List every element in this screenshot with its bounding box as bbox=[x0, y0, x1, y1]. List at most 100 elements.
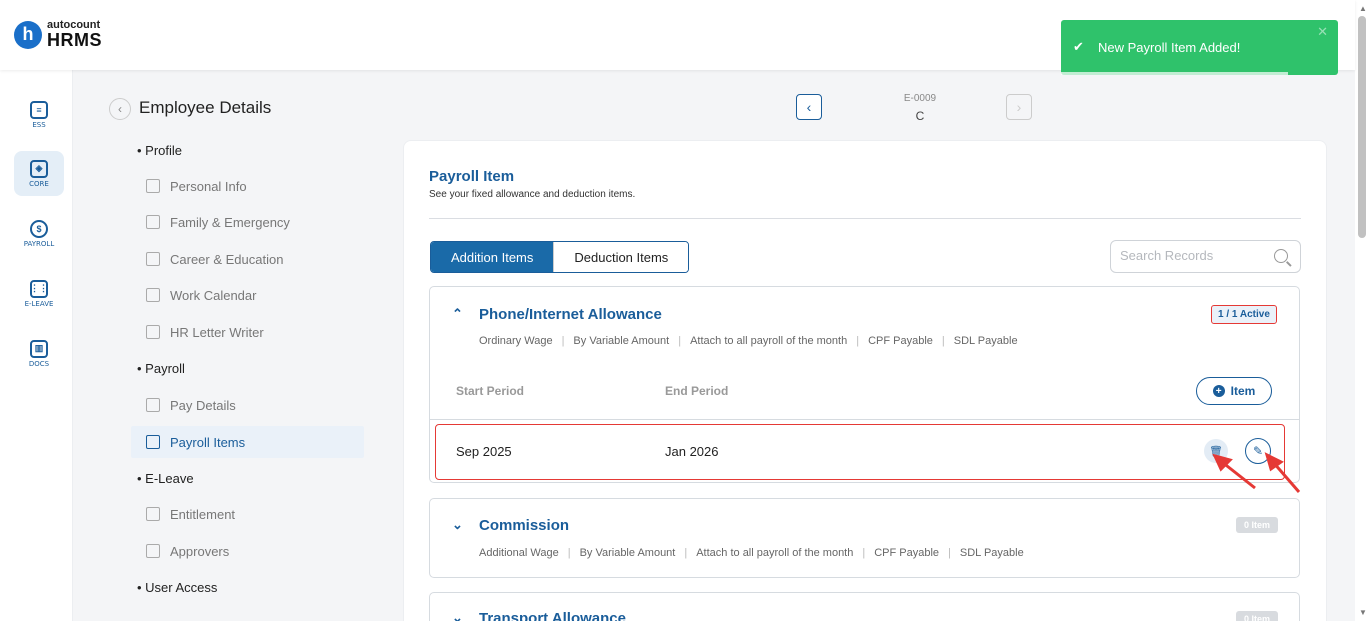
employee-name: C bbox=[915, 109, 925, 123]
pencil-icon: ✎ bbox=[1252, 444, 1264, 458]
chevron-up-icon[interactable]: ⌃ bbox=[452, 306, 463, 322]
tab-deduction-items[interactable]: Deduction Items bbox=[553, 242, 689, 272]
next-employee-button[interactable]: › bbox=[1006, 94, 1032, 120]
nav-group-eleave: • E-Leave bbox=[137, 471, 194, 486]
scroll-down-icon[interactable]: ▼ bbox=[1359, 608, 1367, 617]
logo-mark: h bbox=[14, 20, 42, 49]
rail-item-ess[interactable]: ≡ ESS bbox=[14, 92, 64, 137]
sidebar-item-entitlement[interactable]: Entitlement bbox=[131, 498, 364, 530]
success-toast: ✔ New Payroll Item Added! ✕ bbox=[1061, 20, 1338, 75]
table-row: Sep 2025 Jan 2026 🗑 ✎ bbox=[435, 424, 1285, 480]
meta-cpf: CPF Payable bbox=[868, 335, 933, 347]
column-header-end-period: End Period bbox=[665, 384, 729, 398]
graduation-icon bbox=[146, 252, 160, 266]
search-icon[interactable] bbox=[1274, 249, 1288, 263]
person-icon bbox=[146, 179, 160, 193]
add-item-label: Item bbox=[1230, 384, 1256, 398]
rail-item-eleave[interactable]: ⋮⋮ E-LEAVE bbox=[14, 271, 64, 316]
close-icon[interactable]: ✕ bbox=[1317, 24, 1328, 40]
end-period-value: Jan 2026 bbox=[665, 444, 719, 459]
rail-item-payroll[interactable]: $ PAYROLL bbox=[14, 211, 64, 256]
column-header-start-period: Start Period bbox=[456, 384, 525, 398]
sidebar-item-label: Work Calendar bbox=[170, 287, 257, 303]
chevron-down-icon[interactable]: ⌄ bbox=[452, 517, 463, 533]
sidebar-item-hr-letter[interactable]: HR Letter Writer bbox=[131, 316, 364, 348]
meta-wage-type: Ordinary Wage bbox=[479, 335, 553, 347]
start-period-value: Sep 2025 bbox=[456, 444, 512, 459]
cube-icon: ◈ bbox=[30, 159, 48, 178]
sidebar-item-approvers[interactable]: Approvers bbox=[131, 535, 364, 567]
document-chart-icon: ▥ bbox=[30, 339, 48, 358]
section-transport-allowance: ⌄ Transport Allowance 0 Item bbox=[429, 592, 1300, 621]
sidebar-item-label: Payroll Items bbox=[170, 434, 246, 450]
rail-label: DOCS bbox=[28, 359, 50, 368]
rail-item-core[interactable]: ◈ CORE bbox=[14, 151, 64, 196]
meta-wage-type: Additional Wage bbox=[479, 547, 559, 559]
meta-attach: Attach to all payroll of the month bbox=[696, 547, 854, 559]
meta-sdl: SDL Payable bbox=[953, 335, 1018, 347]
row-divider bbox=[430, 419, 1299, 420]
sidebar-item-label: Family & Emergency bbox=[170, 214, 290, 230]
nav-group-user-access: • User Access bbox=[137, 580, 218, 595]
app-logo[interactable]: h autocount HRMS bbox=[14, 20, 102, 49]
edit-button[interactable]: ✎ bbox=[1245, 438, 1271, 464]
checkmark-icon: ✔ bbox=[1073, 39, 1084, 54]
rail-label: E-LEAVE bbox=[24, 299, 54, 308]
dollar-icon: $ bbox=[30, 219, 48, 238]
calendar-icon: ⋮⋮ bbox=[30, 279, 48, 298]
payroll-list-icon bbox=[146, 435, 160, 449]
sidebar-item-label: HR Letter Writer bbox=[170, 324, 264, 340]
plus-icon: + bbox=[1212, 385, 1225, 397]
meta-cpf: CPF Payable bbox=[874, 547, 940, 559]
rail-item-docs[interactable]: ▥ DOCS bbox=[14, 331, 64, 376]
meta-amount-type: By Variable Amount bbox=[579, 547, 676, 559]
search-box bbox=[1110, 240, 1301, 273]
sidebar-item-label: Personal Info bbox=[170, 178, 247, 194]
meta-amount-type: By Variable Amount bbox=[573, 335, 670, 347]
divider bbox=[429, 218, 1301, 219]
status-badge: 0 Item bbox=[1236, 611, 1278, 621]
scroll-up-icon[interactable]: ▲ bbox=[1359, 4, 1367, 13]
section-title[interactable]: Phone/Internet Allowance bbox=[479, 306, 662, 323]
sidebar-item-pay-details[interactable]: Pay Details bbox=[131, 389, 364, 421]
rail-label: PAYROLL bbox=[23, 239, 55, 248]
back-button[interactable]: ‹ bbox=[109, 98, 131, 120]
rail-label: CORE bbox=[29, 179, 49, 188]
sidebar-item-personal-info[interactable]: Personal Info bbox=[131, 170, 364, 202]
tab-addition-items[interactable]: Addition Items bbox=[431, 242, 554, 272]
card-subtitle: See your fixed allowance and deduction i… bbox=[429, 189, 636, 200]
id-card-icon: ≡ bbox=[30, 100, 48, 119]
section-commission: ⌄ Commission 0 Item Additional Wage | By V… bbox=[429, 498, 1300, 578]
status-badge: 1 / 1 Active bbox=[1211, 305, 1277, 324]
scrollbar-thumb[interactable] bbox=[1358, 16, 1366, 238]
users-icon bbox=[146, 544, 160, 558]
sidebar-item-label: Pay Details bbox=[170, 397, 236, 413]
toast-progress-bar bbox=[1061, 72, 1289, 75]
sidebar-item-work-calendar[interactable]: Work Calendar bbox=[131, 279, 364, 311]
search-input[interactable] bbox=[1120, 248, 1270, 263]
status-badge: 0 Item bbox=[1236, 517, 1278, 533]
add-item-button[interactable]: + Item bbox=[1196, 377, 1272, 405]
rail-label: ESS bbox=[32, 120, 46, 129]
section-title[interactable]: Transport Allowance bbox=[479, 610, 626, 621]
chevron-down-icon[interactable]: ⌄ bbox=[452, 610, 463, 621]
sidebar-item-label: Approvers bbox=[170, 543, 230, 559]
section-title[interactable]: Commission bbox=[479, 517, 569, 534]
calendar-check-icon bbox=[146, 507, 160, 521]
item-type-tabs: Addition Items Deduction Items bbox=[430, 241, 690, 273]
nav-group-payroll: • Payroll bbox=[137, 361, 185, 376]
meta-attach: Attach to all payroll of the month bbox=[690, 335, 848, 347]
delete-button[interactable]: 🗑 bbox=[1204, 439, 1228, 463]
page-title: Employee Details bbox=[139, 98, 272, 117]
sidebar-item-label: Entitlement bbox=[170, 506, 236, 522]
meta-sdl: SDL Payable bbox=[959, 547, 1024, 559]
section-meta: Additional Wage | By Variable Amount | Attac… bbox=[479, 547, 1024, 559]
sidebar-item-family[interactable]: Family & Emergency bbox=[131, 206, 364, 238]
sidebar-item-payroll-items[interactable]: Payroll Items bbox=[131, 426, 364, 458]
card-title: Payroll Item bbox=[429, 168, 515, 185]
sidebar-item-career[interactable]: Career & Education bbox=[131, 243, 364, 275]
section-meta: Ordinary Wage | By Variable Amount | Attach … bbox=[479, 335, 1018, 347]
previous-employee-button[interactable]: ‹ bbox=[796, 94, 822, 120]
trash-icon: 🗑 bbox=[1209, 445, 1223, 458]
family-icon bbox=[146, 215, 160, 229]
